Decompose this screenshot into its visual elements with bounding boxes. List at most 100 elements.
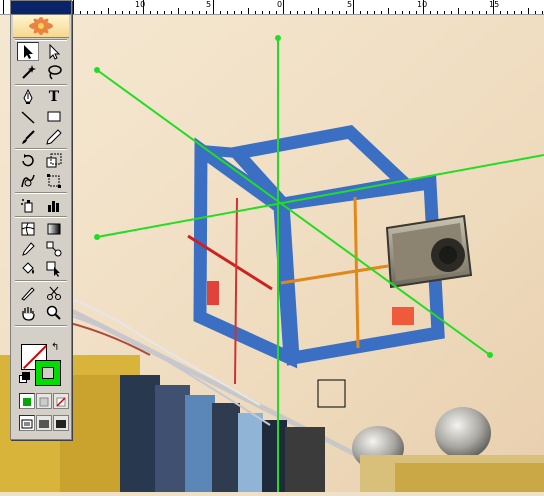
color-mode-button[interactable]	[19, 393, 35, 409]
toolbar-divider	[15, 216, 67, 218]
artwork-svg[interactable]	[0, 15, 544, 495]
zoom-tool-icon[interactable]	[43, 303, 65, 322]
ruler-tick	[255, 11, 256, 14]
scale-tool-icon[interactable]	[43, 151, 65, 170]
orange-sticky-note	[392, 307, 414, 325]
horizontal-ruler[interactable]: 10 5 0 5 10 15	[0, 0, 544, 15]
ruler-tick	[206, 11, 207, 14]
gradient-mode-button[interactable]	[36, 393, 52, 409]
ruler-tick	[157, 11, 158, 14]
toolbar-divider	[15, 280, 67, 282]
guide-anchor-point[interactable]	[275, 35, 281, 41]
ruler-tick	[339, 11, 340, 14]
red-sticky-note	[207, 281, 219, 305]
ruler-tick	[94, 11, 95, 14]
blend-tool-icon[interactable]	[43, 239, 65, 258]
tools-panel-titlebar[interactable]	[11, 1, 71, 15]
ruler-tick	[164, 11, 165, 14]
warp-tool-icon[interactable]	[17, 171, 39, 190]
toolbar-divider	[15, 148, 67, 150]
ruler-tick	[283, 0, 284, 14]
ruler-tick	[199, 11, 200, 14]
rectangle-tool-icon[interactable]	[43, 107, 65, 126]
ruler-tick	[444, 11, 445, 14]
ruler-tick	[248, 8, 249, 14]
ruler-tick	[227, 11, 228, 14]
tools-panel: T ↰	[10, 0, 72, 440]
slice-tool-icon[interactable]	[17, 283, 39, 302]
toolbar-divider	[15, 39, 67, 41]
ruler-tick	[262, 11, 263, 14]
hand-tool-icon[interactable]	[17, 303, 39, 322]
guide-anchor-point[interactable]	[94, 67, 100, 73]
rotate-tool-icon[interactable]	[17, 151, 39, 170]
ruler-label: 0	[277, 0, 283, 9]
ruler-tick	[192, 11, 193, 14]
ruler-tick	[542, 11, 543, 14]
direct-selection-tool-icon[interactable]	[43, 42, 65, 61]
ruler-tick	[465, 11, 466, 14]
eyedropper-tool-icon[interactable]	[17, 239, 39, 258]
ruler-tick	[80, 11, 81, 14]
ruler-tick	[500, 11, 501, 14]
ruler-tick	[416, 11, 417, 14]
ruler-tick	[367, 11, 368, 14]
type-tool-icon[interactable]: T	[43, 87, 65, 106]
full-screen-menu-mode-button[interactable]	[36, 415, 52, 431]
ruler-tick	[437, 11, 438, 14]
ruler-tick	[171, 11, 172, 14]
ruler-tick	[430, 11, 431, 14]
paintbrush-tool-icon[interactable]	[17, 127, 39, 146]
standard-screen-mode-button[interactable]	[19, 415, 35, 431]
pencil-tool-icon[interactable]	[43, 127, 65, 146]
scissors-tool-icon[interactable]	[43, 283, 65, 302]
ruler-tick	[318, 8, 319, 14]
ruler-tick	[528, 8, 529, 14]
artboard-canvas[interactable]	[0, 15, 544, 495]
ruler-tick	[290, 11, 291, 14]
ruler-tick	[234, 11, 235, 14]
lasso-tool-icon[interactable]	[43, 62, 65, 81]
ruler-label: 15	[489, 0, 500, 9]
live-paint-bucket-tool-icon[interactable]	[17, 259, 39, 278]
gradient-tool-icon[interactable]	[43, 219, 65, 238]
ruler-tick	[241, 11, 242, 14]
stroke-swatch[interactable]	[35, 360, 61, 386]
ruler-tick	[73, 0, 74, 14]
ruler-tick	[311, 11, 312, 14]
none-mode-button[interactable]	[53, 393, 69, 409]
mesh-tool-icon[interactable]	[17, 219, 39, 238]
guide-anchor-point[interactable]	[94, 234, 100, 240]
symbol-sprayer-tool-icon[interactable]	[17, 195, 39, 214]
ruler-tick	[451, 11, 452, 14]
column-graph-tool-icon[interactable]	[43, 195, 65, 214]
ruler-label: 5	[206, 0, 212, 9]
ruler-tick	[213, 0, 214, 14]
toolbar-divider	[15, 84, 67, 86]
full-screen-mode-button[interactable]	[53, 415, 69, 431]
ruler-tick	[486, 11, 487, 14]
ruler-tick	[332, 11, 333, 14]
fill-stroke-swatches: ↰	[19, 342, 69, 386]
live-paint-selection-tool-icon[interactable]	[43, 259, 65, 278]
ruler-tick	[178, 8, 179, 14]
ruler-tick	[388, 8, 389, 14]
ruler-tick	[143, 0, 144, 14]
guide-anchor-point[interactable]	[487, 352, 493, 358]
ruler-tick	[514, 11, 515, 14]
ruler-tick	[409, 11, 410, 14]
ruler-tick	[472, 11, 473, 14]
swap-fill-stroke-icon[interactable]: ↰	[51, 342, 59, 353]
magic-wand-tool-icon[interactable]	[17, 62, 39, 81]
selection-tool-icon[interactable]	[17, 42, 39, 61]
line-segment-tool-icon[interactable]	[17, 107, 39, 126]
ruler-tick	[185, 11, 186, 14]
ruler-tick	[122, 11, 123, 14]
ruler-tick	[479, 11, 480, 14]
free-transform-tool-icon[interactable]	[43, 171, 65, 190]
ruler-tick	[129, 11, 130, 14]
ruler-tick	[276, 11, 277, 14]
default-fill-stroke-icon[interactable]	[19, 372, 30, 383]
ruler-tick	[115, 11, 116, 14]
pen-tool-icon[interactable]	[17, 87, 39, 106]
